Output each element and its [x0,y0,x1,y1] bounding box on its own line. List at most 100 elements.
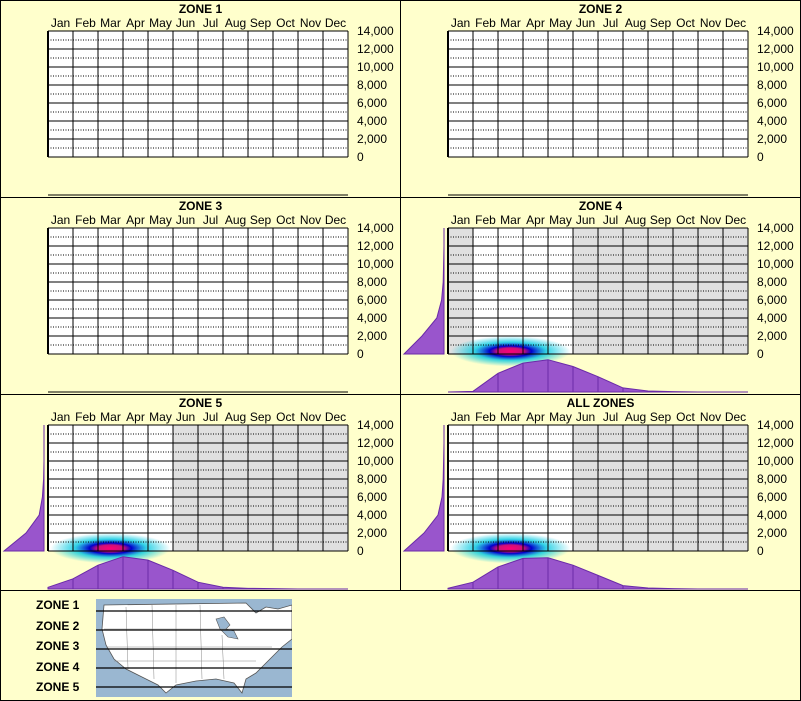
zone-panel: ZONE 4 Jan Feb Mar Apr May Jun Jul Aug Sep Oct Nov D… [400,197,801,395]
month-label: Aug [225,16,246,30]
y-tick-label: 14,000 [757,221,794,235]
chart-page: ZONE 1 Jan Feb Mar Apr May Jun Jul Aug Sep Oct Nov D… [0,0,801,701]
y-tick-label: 12,000 [357,239,394,253]
hotspot [50,533,171,564]
elevation-density-curve [402,228,445,355]
month-label: Jun [176,213,195,227]
y-tick-label: 12,000 [757,42,794,56]
month-label: Oct [676,410,695,424]
month-label: Mar [100,213,121,227]
month-label: Jan [451,213,470,227]
y-tick-label: 8,000 [357,78,387,92]
zone-panel: ZONE 1 Jan Feb Mar Apr May Jun Jul Aug Sep Oct Nov D… [0,0,401,198]
month-label: May [549,410,572,424]
y-tick-label: 14,000 [357,24,394,38]
month-label: Nov [300,16,321,30]
zone-map [96,599,292,697]
month-label: Apr [126,16,145,30]
legend-zone-label: ZONE 1 [36,598,80,612]
y-tick-label: 6,000 [357,96,387,110]
month-label: Jan [51,16,70,30]
month-label: Jun [576,213,595,227]
month-label: Feb [475,16,496,30]
y-tick-label: 4,000 [357,311,387,325]
month-label: Aug [225,213,246,227]
month-label: Apr [526,213,545,227]
month-label: May [549,16,572,30]
y-tick-label: 0 [357,150,364,164]
month-label: Jan [451,16,470,30]
month-label: Apr [526,410,545,424]
month-label: Oct [276,213,295,227]
panel-chart: Jan Feb Mar Apr May Jun Jul Aug Sep Oct Nov Dec 14,0… [47,16,394,196]
y-tick-label: 14,000 [757,24,794,38]
y-tick-label: 12,000 [357,436,394,450]
y-tick-label: 8,000 [757,472,787,486]
y-tick-label: 0 [357,544,364,558]
month-label: Mar [500,410,521,424]
month-label: Sep [650,16,672,30]
month-label: Sep [650,410,672,424]
zone-panel: ZONE 3 Jan Feb Mar Apr May Jun Jul Aug Sep Oct Nov D… [0,197,401,395]
y-tick-label: 4,000 [357,508,387,522]
month-label: Jun [176,410,195,424]
y-tick-label: 2,000 [757,132,787,146]
month-label: Jun [576,16,595,30]
y-tick-label: 8,000 [757,78,787,92]
legend-zone-label: ZONE 3 [36,639,80,653]
month-label: Jun [576,410,595,424]
month-label: Jul [203,213,218,227]
y-tick-label: 10,000 [757,454,794,468]
month-label: Mar [100,410,121,424]
month-label: Jun [176,16,195,30]
panel-chart: Jan Feb Mar Apr May Jun Jul Aug Sep Oct Nov Dec 14,0… [47,213,394,393]
month-label: Dec [725,213,746,227]
month-label: Nov [700,16,721,30]
y-tick-label: 0 [757,544,764,558]
month-label: Dec [325,16,346,30]
month-label: Mar [100,16,121,30]
month-label: Sep [250,410,272,424]
y-tick-label: 12,000 [757,436,794,450]
month-label: Nov [300,213,321,227]
month-label: May [149,16,172,30]
y-tick-label: 4,000 [357,114,387,128]
month-label: Aug [625,213,646,227]
month-label: Nov [300,410,321,424]
y-tick-label: 8,000 [757,275,787,289]
y-tick-label: 6,000 [357,490,387,504]
month-label: Apr [126,213,145,227]
legend-zone-label: ZONE 4 [36,659,80,674]
month-label: Feb [475,410,496,424]
y-tick-label: 8,000 [357,275,387,289]
month-label: Jul [203,16,218,30]
month-label: Nov [700,213,721,227]
panel-chart: Jan Feb Mar Apr May Jun Jul Aug Sep Oct Nov Dec 14,0… [402,410,794,590]
y-tick-label: 10,000 [757,60,794,74]
month-label: Mar [500,213,521,227]
elevation-density-curve [402,425,445,552]
month-label: Sep [250,213,272,227]
zone-panel: ALL ZONES Jan Feb Mar Apr May Jun Jul Aug Sep Oct N… [400,394,801,592]
month-label: Aug [625,16,646,30]
month-label: Oct [676,16,695,30]
month-label: Jul [203,410,218,424]
y-tick-label: 6,000 [357,293,387,307]
y-tick-label: 10,000 [357,60,394,74]
month-label: Jan [51,410,70,424]
panel-chart: Jan Feb Mar Apr May Jun Jul Aug Sep Oct Nov Dec 14,0… [447,16,794,196]
y-tick-label: 10,000 [757,257,794,271]
month-label: Jul [603,410,618,424]
legend-zone-label: ZONE 5 [36,680,80,694]
month-label: Feb [75,213,96,227]
y-tick-label: 14,000 [357,418,394,432]
month-label: Aug [625,410,646,424]
y-tick-label: 2,000 [357,329,387,343]
y-tick-label: 0 [757,347,764,361]
month-label: Dec [325,410,346,424]
month-label: Jan [451,410,470,424]
zone-panel: ZONE 2 Jan Feb Mar Apr May Jun Jul Aug Sep Oct Nov D… [400,0,801,198]
legend-zone-label: ZONE 2 [36,618,80,633]
month-label: Sep [250,16,272,30]
month-label: Apr [526,16,545,30]
